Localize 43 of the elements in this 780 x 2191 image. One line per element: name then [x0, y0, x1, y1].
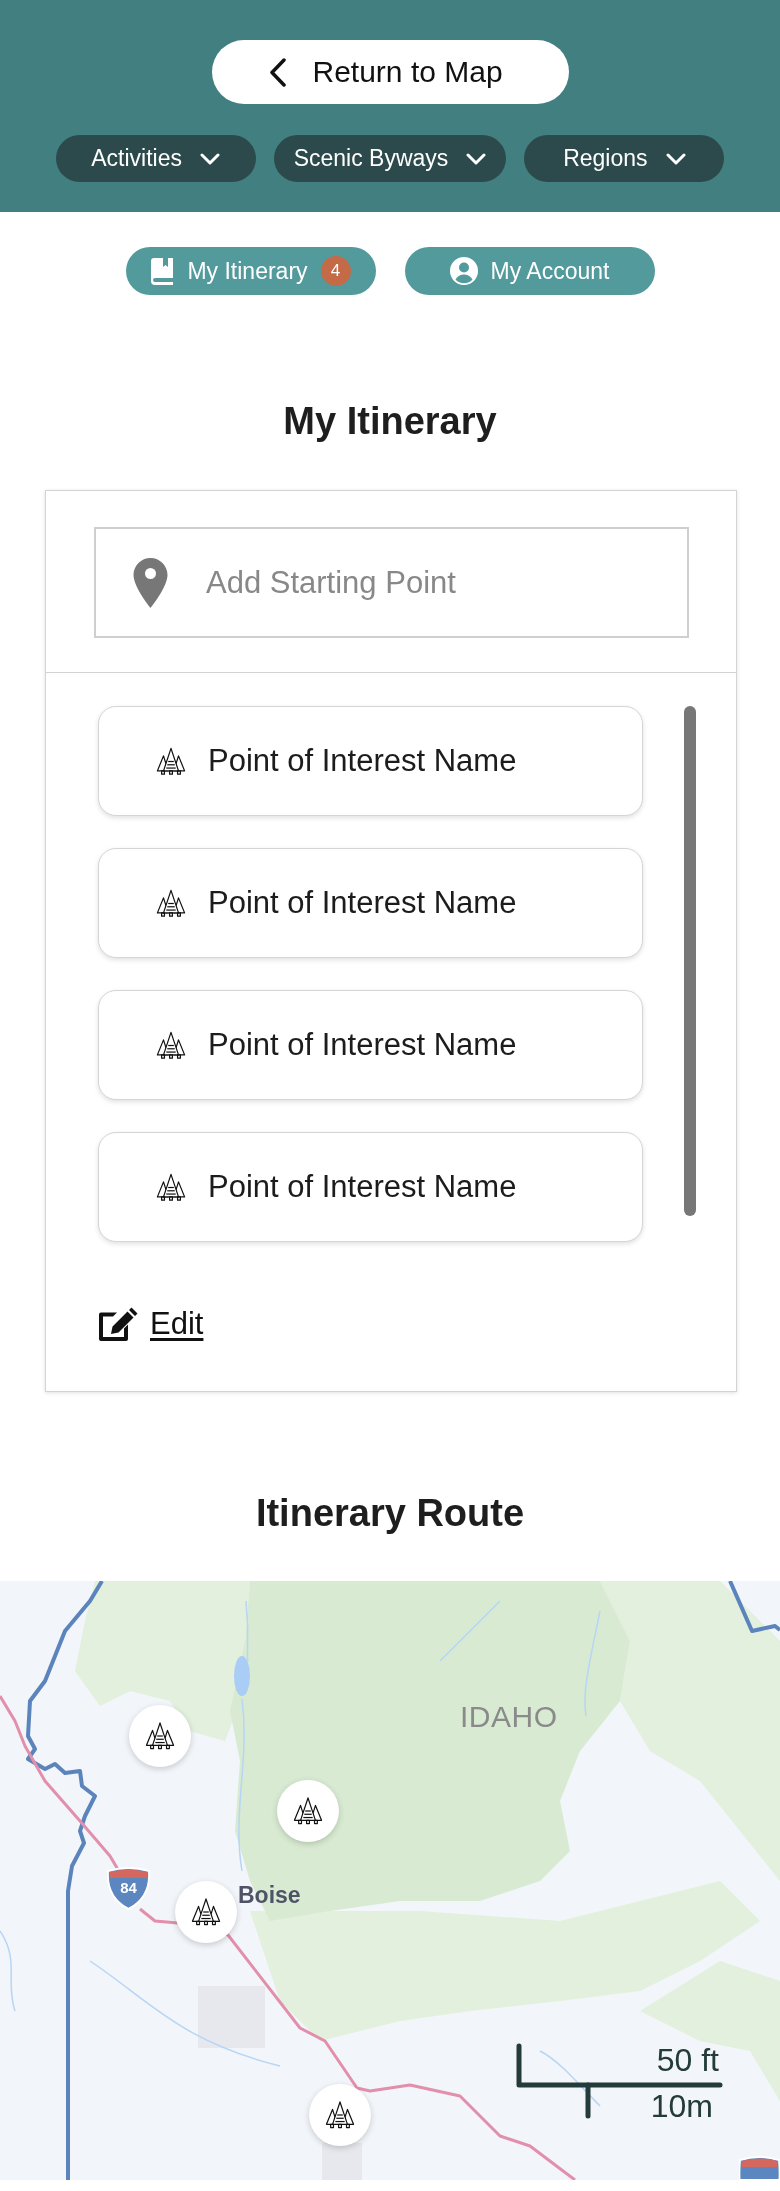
itinerary-item[interactable]: Point of Interest Name: [98, 848, 643, 958]
scrollbar[interactable]: [684, 706, 696, 1216]
pine-trees-icon: [156, 888, 186, 918]
location-pin-icon: [133, 558, 168, 608]
edit-link[interactable]: Edit: [98, 1306, 204, 1342]
lake: [234, 1655, 250, 1696]
scale-label: 10m: [650, 2088, 713, 2123]
chevron-down-icon: [665, 152, 686, 165]
pine-trees-icon: [156, 1030, 186, 1060]
user-icon: [449, 257, 478, 285]
town-area: [322, 2142, 362, 2180]
edit-icon: [98, 1306, 138, 1342]
itinerary-item[interactable]: Point of Interest Name: [98, 1132, 643, 1242]
section-title: My Itinerary: [282, 399, 498, 443]
starting-point-field[interactable]: Add Starting Point: [94, 527, 689, 638]
highway-shield: 84: [106, 1865, 151, 1910]
return-button[interactable]: Return to Map: [211, 40, 569, 104]
chevron-down-icon: [466, 152, 487, 165]
town-area: [198, 1985, 265, 2048]
scale-label: 50 ft: [656, 2042, 719, 2077]
nav-button[interactable]: My Itinerary 4: [125, 247, 376, 295]
filter-dropdown[interactable]: Scenic Byways: [273, 135, 507, 182]
book-icon: [150, 257, 175, 285]
itinerary-item[interactable]: Point of Interest Name: [98, 706, 643, 816]
pine-trees-icon: [293, 1796, 323, 1825]
chevron-down-icon: [200, 152, 221, 165]
pine-trees-icon: [156, 746, 186, 776]
itinerary-item[interactable]: Point of Interest Name: [98, 990, 643, 1100]
river-line: [439, 1599, 501, 1662]
chevron-left-icon: [268, 57, 287, 87]
pine-trees-icon: [156, 1172, 186, 1202]
section-title: Itinerary Route: [254, 1490, 526, 1535]
river-line: [539, 2049, 601, 2107]
pine-trees-icon: [191, 1897, 221, 1926]
city-label: Boise: [238, 1881, 301, 1908]
filter-dropdown[interactable]: Activities: [55, 135, 256, 182]
pine-trees-icon: [145, 1721, 175, 1750]
state-border-line: [728, 1580, 780, 1633]
count-badge: 4: [320, 256, 351, 286]
filter-dropdown[interactable]: Regions: [524, 135, 725, 182]
river-line: [245, 1599, 249, 1662]
state-label: IDAHO: [460, 1700, 558, 1733]
pine-trees-icon: [325, 2100, 355, 2129]
